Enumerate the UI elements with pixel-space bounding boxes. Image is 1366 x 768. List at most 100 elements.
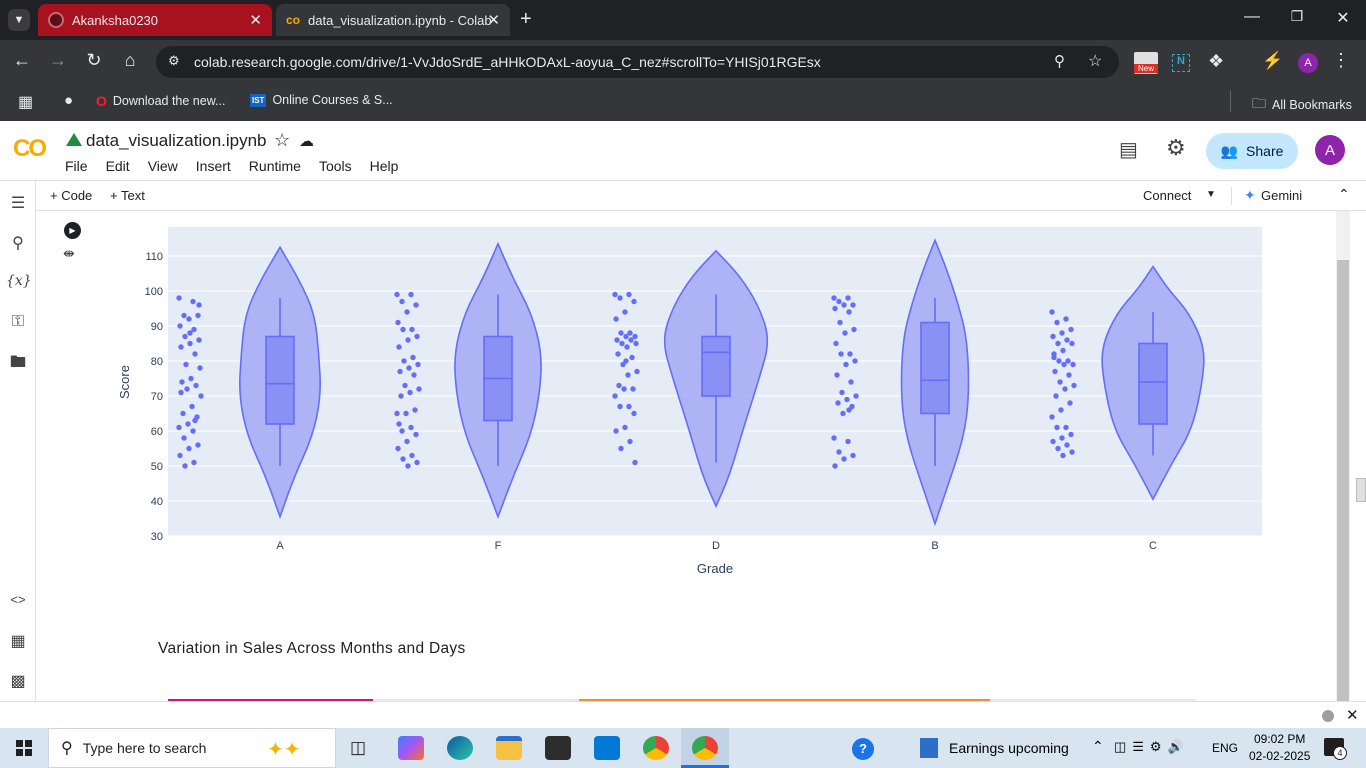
variables-icon[interactable]: {x} <box>6 273 32 297</box>
data-point <box>400 326 406 333</box>
vscode-icon[interactable] <box>594 736 620 760</box>
add-code-button[interactable]: + Code <box>50 188 92 203</box>
tab-search-button[interactable]: ▼ <box>8 9 30 31</box>
menu-runtime[interactable]: Runtime <box>249 158 301 174</box>
task-view-icon[interactable]: ◫ <box>350 738 366 758</box>
data-point <box>409 452 415 459</box>
address-bar[interactable]: ⚙ colab.research.google.com/drive/1-VvJd… <box>156 46 1119 78</box>
tray-chevron-icon[interactable]: ⌃ <box>1092 738 1104 755</box>
bookmark-star-icon[interactable]: ☆ <box>1088 51 1102 71</box>
connect-button[interactable]: Connect <box>1143 188 1191 203</box>
site-info-icon[interactable]: ⚙ <box>168 53 180 69</box>
menu-file[interactable]: File <box>65 158 88 174</box>
cloud-icon[interactable]: ☁ <box>299 132 314 150</box>
data-point <box>412 407 418 413</box>
tab-akanksha[interactable]: Akanksha0230 ✕ <box>38 4 272 36</box>
clock-time[interactable]: 09:02 PM <box>1254 732 1305 746</box>
data-point <box>837 319 843 326</box>
search-icon[interactable]: ⚲ <box>6 233 30 257</box>
collapse-chevron-icon[interactable]: ⌃ <box>1338 186 1350 203</box>
new-tab-button[interactable]: + <box>520 8 532 31</box>
colab-logo[interactable]: CO <box>13 135 47 163</box>
help-icon[interactable]: ? <box>852 738 874 760</box>
bookmark-ist[interactable]: IST Online Courses & S... <box>250 93 393 107</box>
comment-icon[interactable]: ▤ <box>1119 137 1138 162</box>
data-point <box>831 435 837 441</box>
apps-grid-icon[interactable]: ▦ <box>18 92 33 112</box>
taskbar-search[interactable]: ⚲ Type here to search ✦✦ <box>48 728 336 768</box>
toc-icon[interactable]: ☰ <box>6 193 30 217</box>
data-point <box>1049 414 1055 420</box>
y-tick-label: 40 <box>151 496 163 508</box>
data-point <box>1070 361 1076 368</box>
x-tick-label: D <box>712 540 720 552</box>
tab-colab[interactable]: co data_visualization.ipynb - Colab ✕ <box>276 4 510 36</box>
language-indicator[interactable]: ENG <box>1212 741 1238 755</box>
files-folder-icon[interactable]: 🖿 <box>6 351 30 375</box>
restore-icon[interactable]: ❐ <box>1277 8 1317 25</box>
file-explorer-icon[interactable] <box>496 736 522 760</box>
windows-start-icon[interactable] <box>16 740 32 756</box>
edge-icon[interactable] <box>447 736 473 760</box>
terminal-icon[interactable]: ▩ <box>6 671 30 695</box>
data-point <box>612 291 618 298</box>
settings-gear-icon[interactable]: ⚙ <box>1166 135 1186 161</box>
mail-icon[interactable] <box>545 736 571 760</box>
add-text-button[interactable]: + Text <box>110 188 145 203</box>
forward-icon[interactable]: → <box>45 50 71 71</box>
status-dot-icon <box>1322 710 1334 722</box>
box-B <box>920 321 950 415</box>
close-tab-icon[interactable]: ✕ <box>487 11 500 29</box>
data-point <box>619 340 625 347</box>
account-avatar[interactable]: A <box>1315 135 1345 165</box>
profile-avatar[interactable]: A <box>1298 53 1318 73</box>
scrollbar-thumb[interactable] <box>1337 260 1349 701</box>
menu-edit[interactable]: Edit <box>106 158 130 174</box>
menu-help[interactable]: Help <box>370 158 399 174</box>
browser-menu-icon[interactable]: ⋮ <box>1332 50 1350 71</box>
menu-view[interactable]: View <box>148 158 178 174</box>
secrets-key-icon[interactable]: ⚿ <box>6 313 30 337</box>
notebook-title[interactable]: data_visualization.ipynb <box>86 131 267 151</box>
tray-icons[interactable]: ◫☰⚙🔊 <box>1114 739 1190 755</box>
data-point <box>1071 382 1077 389</box>
home-icon[interactable]: ⌂ <box>117 50 143 71</box>
share-button[interactable]: 👥 Share <box>1206 133 1298 169</box>
page-scroll-handle[interactable] <box>1356 478 1366 502</box>
code-snippets-icon[interactable]: <> <box>6 592 30 616</box>
close-window-icon[interactable]: ✕ <box>1323 8 1363 28</box>
connect-dropdown-icon[interactable]: ▼ <box>1206 189 1216 200</box>
data-point <box>403 410 409 417</box>
back-icon[interactable]: ← <box>9 50 35 71</box>
menu-tools[interactable]: Tools <box>319 158 352 174</box>
drive-icon <box>66 133 82 146</box>
all-bookmarks[interactable]: 🗀 All Bookmarks <box>1252 93 1352 117</box>
weather-widget[interactable]: Earnings upcoming <box>949 740 1069 756</box>
clock-date[interactable]: 02-02-2025 <box>1249 749 1310 763</box>
extensions-puzzle-icon[interactable]: ❖ <box>1208 51 1224 72</box>
chrome-icon[interactable] <box>643 736 669 760</box>
data-point <box>409 326 415 333</box>
close-tab-icon[interactable]: ✕ <box>249 11 262 29</box>
menu-insert[interactable]: Insert <box>196 158 231 174</box>
data-point <box>181 435 187 441</box>
gemini-button[interactable]: Gemini <box>1261 188 1302 203</box>
data-point <box>395 319 401 326</box>
x-tick-label: C <box>1149 540 1157 552</box>
data-point <box>852 358 858 364</box>
reload-icon[interactable]: ↻ <box>81 50 107 71</box>
bookmark-opera[interactable]: O Download the new... <box>96 93 225 109</box>
chrome-active-icon[interactable] <box>692 736 718 760</box>
command-palette-icon[interactable]: ▦ <box>6 631 30 655</box>
globe-icon[interactable]: ● <box>64 92 73 109</box>
y-tick-label: 110 <box>145 251 163 263</box>
close-strip-icon[interactable]: ✕ <box>1346 706 1359 724</box>
zoom-icon[interactable]: ⚲ <box>1054 52 1065 70</box>
extension-n-icon[interactable]: N <box>1172 54 1190 72</box>
copilot-icon[interactable] <box>398 736 424 760</box>
star-icon[interactable]: ☆ <box>274 130 290 151</box>
extension-new-icon[interactable]: New <box>1134 52 1158 74</box>
performance-icon[interactable]: ⚡ <box>1262 51 1283 71</box>
minimize-icon[interactable]: — <box>1232 8 1272 26</box>
data-point <box>1063 424 1069 431</box>
